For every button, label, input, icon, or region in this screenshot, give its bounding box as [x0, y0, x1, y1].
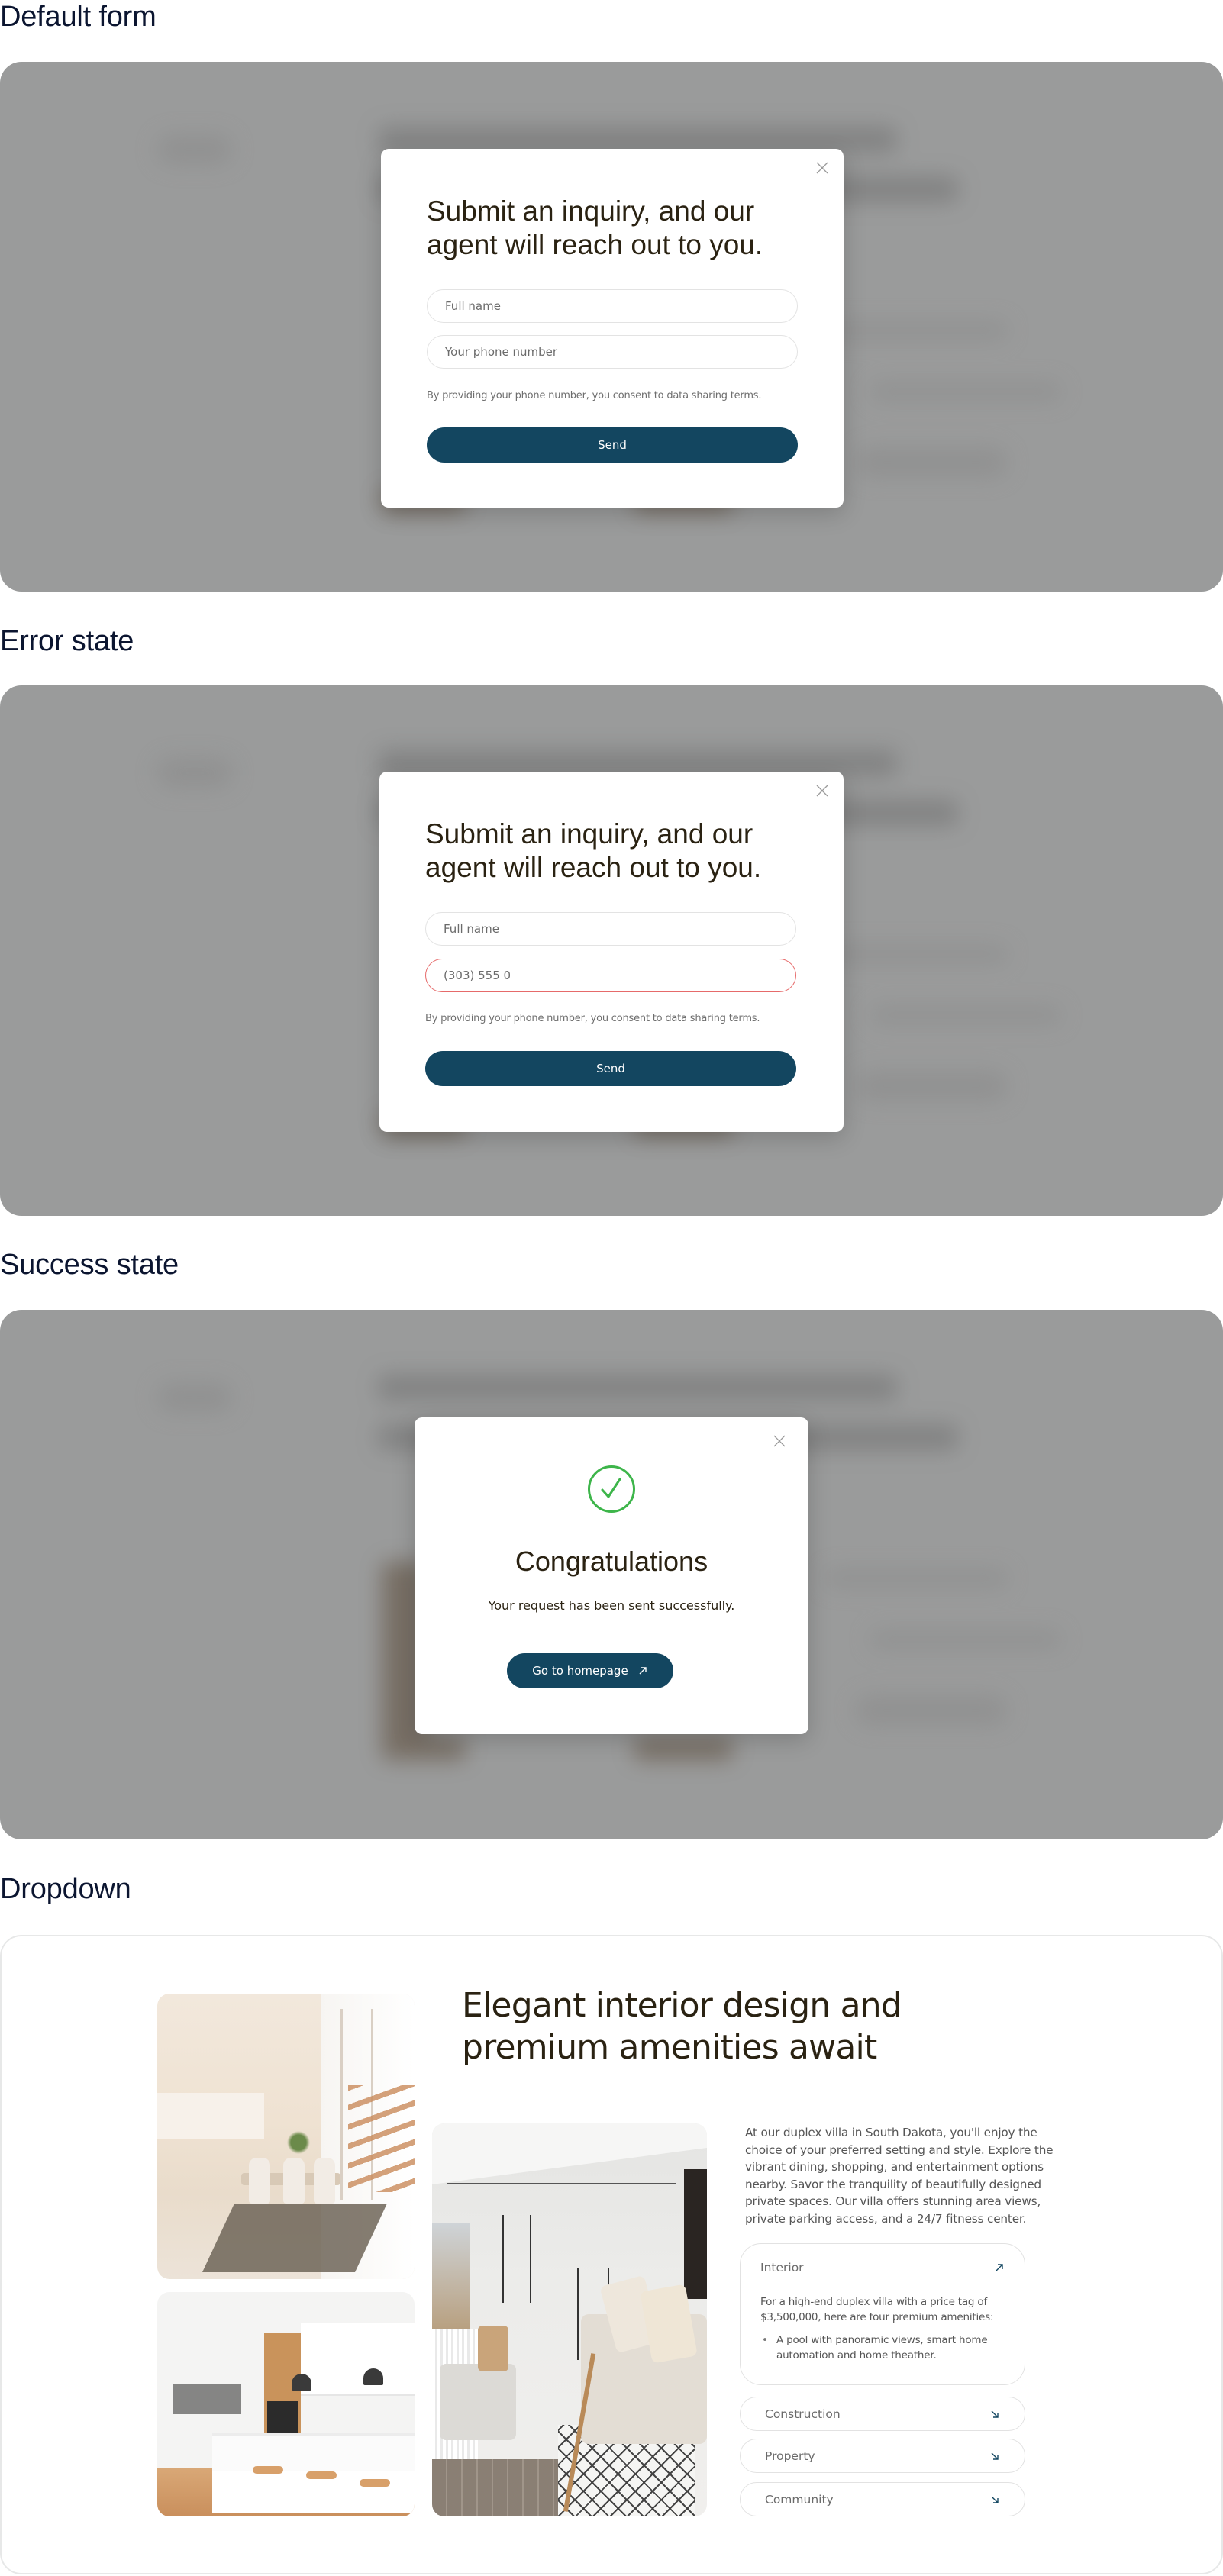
- phone-input[interactable]: [445, 345, 779, 359]
- accordion-header-interior[interactable]: Interior: [760, 2261, 1005, 2275]
- full-name-field[interactable]: [427, 289, 798, 323]
- accordion-item-community[interactable]: Community: [740, 2482, 1025, 2516]
- accordion-item-interior: Interior For a high-end duplex villa wit…: [740, 2243, 1025, 2385]
- accordion-item-property[interactable]: Property: [740, 2439, 1025, 2473]
- modal-title: Submit an inquiry, and our agent will re…: [427, 195, 763, 260]
- section-title-success: Success state: [0, 1249, 179, 1281]
- balcony-image: [432, 2123, 707, 2516]
- phone-field[interactable]: [427, 335, 798, 369]
- dropdown-heading: Elegant interior design and premium amen…: [462, 1986, 902, 2067]
- consent-text: By providing your phone number, you cons…: [425, 1013, 760, 1024]
- close-icon[interactable]: [814, 782, 831, 799]
- arrow-down-right-icon: [991, 2496, 999, 2503]
- phone-field-error[interactable]: [425, 959, 796, 992]
- success-backdrop: Congratulations Your request has been se…: [0, 1310, 1223, 1839]
- full-name-input[interactable]: [445, 299, 779, 313]
- dropdown-page: Elegant interior design and premium amen…: [0, 1935, 1223, 2574]
- modal-title: Submit an inquiry, and our agent will re…: [425, 818, 762, 883]
- arrow-down-right-icon: [991, 2452, 999, 2460]
- section-title-dropdown: Dropdown: [0, 1873, 131, 1905]
- send-button[interactable]: Send: [427, 427, 798, 463]
- accordion-title: Property: [765, 2449, 815, 2463]
- check-circle-icon: [587, 1465, 636, 1514]
- dining-room-image: [157, 1994, 415, 2279]
- success-message: Your request has been sent successfully.: [488, 1598, 735, 1613]
- phone-input[interactable]: [444, 969, 778, 982]
- consent-text: By providing your phone number, you cons…: [427, 390, 762, 401]
- section-title-error: Error state: [0, 625, 134, 657]
- close-icon[interactable]: [814, 160, 831, 176]
- accordion-bullet: A pool with panoramic views, smart home …: [760, 2333, 1002, 2363]
- inquiry-modal-error: Submit an inquiry, and our agent will re…: [379, 772, 844, 1132]
- accordion-description: For a high-end duplex villa with a price…: [760, 2296, 994, 2323]
- go-to-homepage-button[interactable]: Go to homepage: [507, 1653, 673, 1688]
- accordion-bullet-list: A pool with panoramic views, smart home …: [760, 2333, 1002, 2363]
- dropdown-body-text: At our duplex villa in South Dakota, you…: [745, 2126, 1054, 2226]
- full-name-field[interactable]: [425, 912, 796, 946]
- accordion-title: Construction: [765, 2407, 841, 2421]
- close-icon[interactable]: [771, 1433, 788, 1449]
- accordion-title: Community: [765, 2492, 834, 2507]
- go-to-homepage-label: Go to homepage: [532, 1664, 628, 1678]
- arrow-up-right-icon: [996, 2264, 1003, 2271]
- success-title: Congratulations: [515, 1546, 708, 1577]
- arrow-down-right-icon: [991, 2410, 999, 2418]
- accordion-item-construction[interactable]: Construction: [740, 2397, 1025, 2431]
- default-form-backdrop: Submit an inquiry, and our agent will re…: [0, 62, 1223, 592]
- full-name-input[interactable]: [444, 922, 778, 936]
- success-modal: Congratulations Your request has been se…: [415, 1417, 808, 1734]
- error-form-backdrop: Submit an inquiry, and our agent will re…: [0, 685, 1223, 1216]
- send-button[interactable]: Send: [425, 1051, 796, 1086]
- inquiry-modal: Submit an inquiry, and our agent will re…: [381, 149, 844, 508]
- accordion-title: Interior: [760, 2261, 804, 2275]
- kitchen-image: [157, 2292, 415, 2516]
- section-title-default: Default form: [0, 1, 157, 33]
- arrow-up-right-icon: [639, 1667, 647, 1675]
